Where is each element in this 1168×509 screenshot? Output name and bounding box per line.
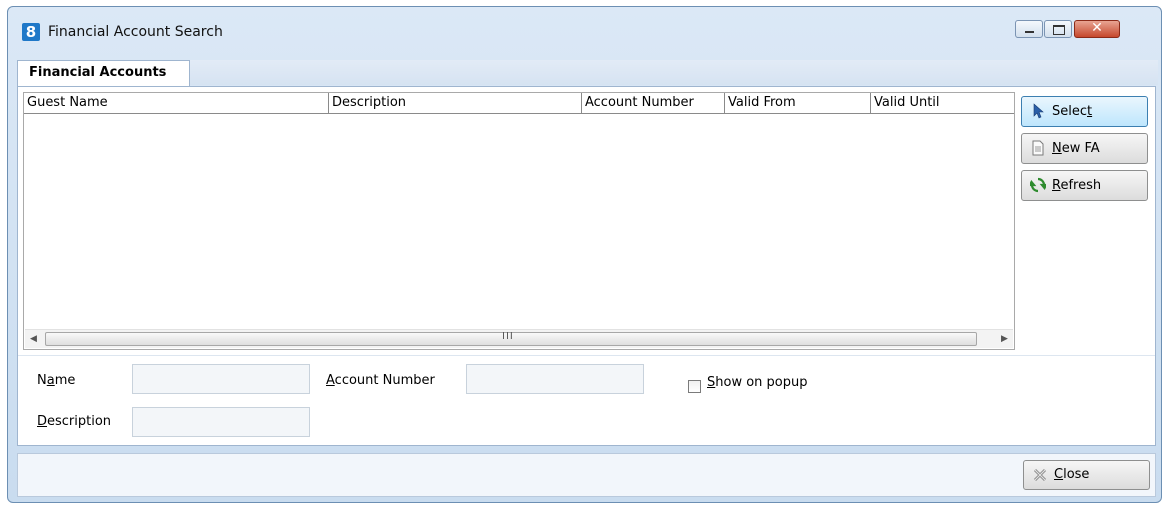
new-fa-button[interactable]: New FA <box>1021 133 1148 164</box>
action-panel: Select New FA Refresh <box>1018 92 1151 350</box>
select-label: Select <box>1052 104 1093 119</box>
maximize-button[interactable] <box>1044 20 1072 38</box>
column-header-valid-from[interactable]: Valid From <box>725 93 871 113</box>
column-header-valid-until[interactable]: Valid Until <box>871 93 1013 113</box>
scroll-left-arrow-icon[interactable]: ◀ <box>25 330 42 348</box>
window-title: Financial Account Search <box>48 24 223 40</box>
scroll-right-arrow-icon[interactable]: ▶ <box>996 330 1013 348</box>
close-icon: ✕ <box>1091 20 1103 36</box>
maximize-icon <box>1053 25 1065 35</box>
footer-bar: Close <box>17 453 1156 497</box>
column-header-account-number[interactable]: Account Number <box>582 93 725 113</box>
tab-financial-accounts[interactable]: Financial Accounts <box>17 60 190 86</box>
refresh-label: Refresh <box>1052 178 1102 193</box>
section-divider <box>18 355 1155 356</box>
results-grid[interactable]: Guest Name Description Account Number Va… <box>23 92 1015 350</box>
name-label: Name <box>37 373 76 388</box>
cursor-arrow-icon <box>1033 103 1044 119</box>
tab-strip: Financial Accounts <box>17 60 1158 86</box>
close-label: Close <box>1054 467 1090 482</box>
document-icon <box>1032 140 1044 156</box>
close-x-icon <box>1033 468 1047 482</box>
account-number-input[interactable] <box>466 364 644 394</box>
name-input[interactable] <box>132 364 310 394</box>
show-on-popup-label[interactable]: Show on popup <box>707 375 808 390</box>
new-fa-label: New FA <box>1052 141 1100 156</box>
account-number-label: Account Number <box>326 373 435 388</box>
refresh-button[interactable]: Refresh <box>1021 170 1148 201</box>
scrollbar-thumb[interactable]: III <box>45 331 977 346</box>
grid-header: Guest Name Description Account Number Va… <box>24 93 1014 114</box>
refresh-icon <box>1030 177 1046 193</box>
scrollbar-grip: III <box>502 331 514 342</box>
minimize-icon <box>1025 31 1034 33</box>
column-header-guest-name[interactable]: Guest Name <box>24 93 329 113</box>
window-close-button[interactable]: ✕ <box>1074 20 1120 38</box>
show-on-popup-checkbox[interactable] <box>688 380 701 393</box>
horizontal-scrollbar[interactable]: ◀ III ▶ <box>25 329 1013 348</box>
app-logo-icon: 8 <box>22 23 40 41</box>
description-input[interactable] <box>132 407 310 437</box>
select-button[interactable]: Select <box>1021 96 1148 127</box>
title-bar[interactable]: 8 Financial Account Search ✕ <box>8 7 1161 47</box>
column-header-description[interactable]: Description <box>329 93 582 113</box>
description-label: Description <box>37 414 112 429</box>
minimize-button[interactable] <box>1015 20 1043 38</box>
search-panel: Guest Name Description Account Number Va… <box>17 86 1156 446</box>
close-button[interactable]: Close <box>1023 460 1150 490</box>
